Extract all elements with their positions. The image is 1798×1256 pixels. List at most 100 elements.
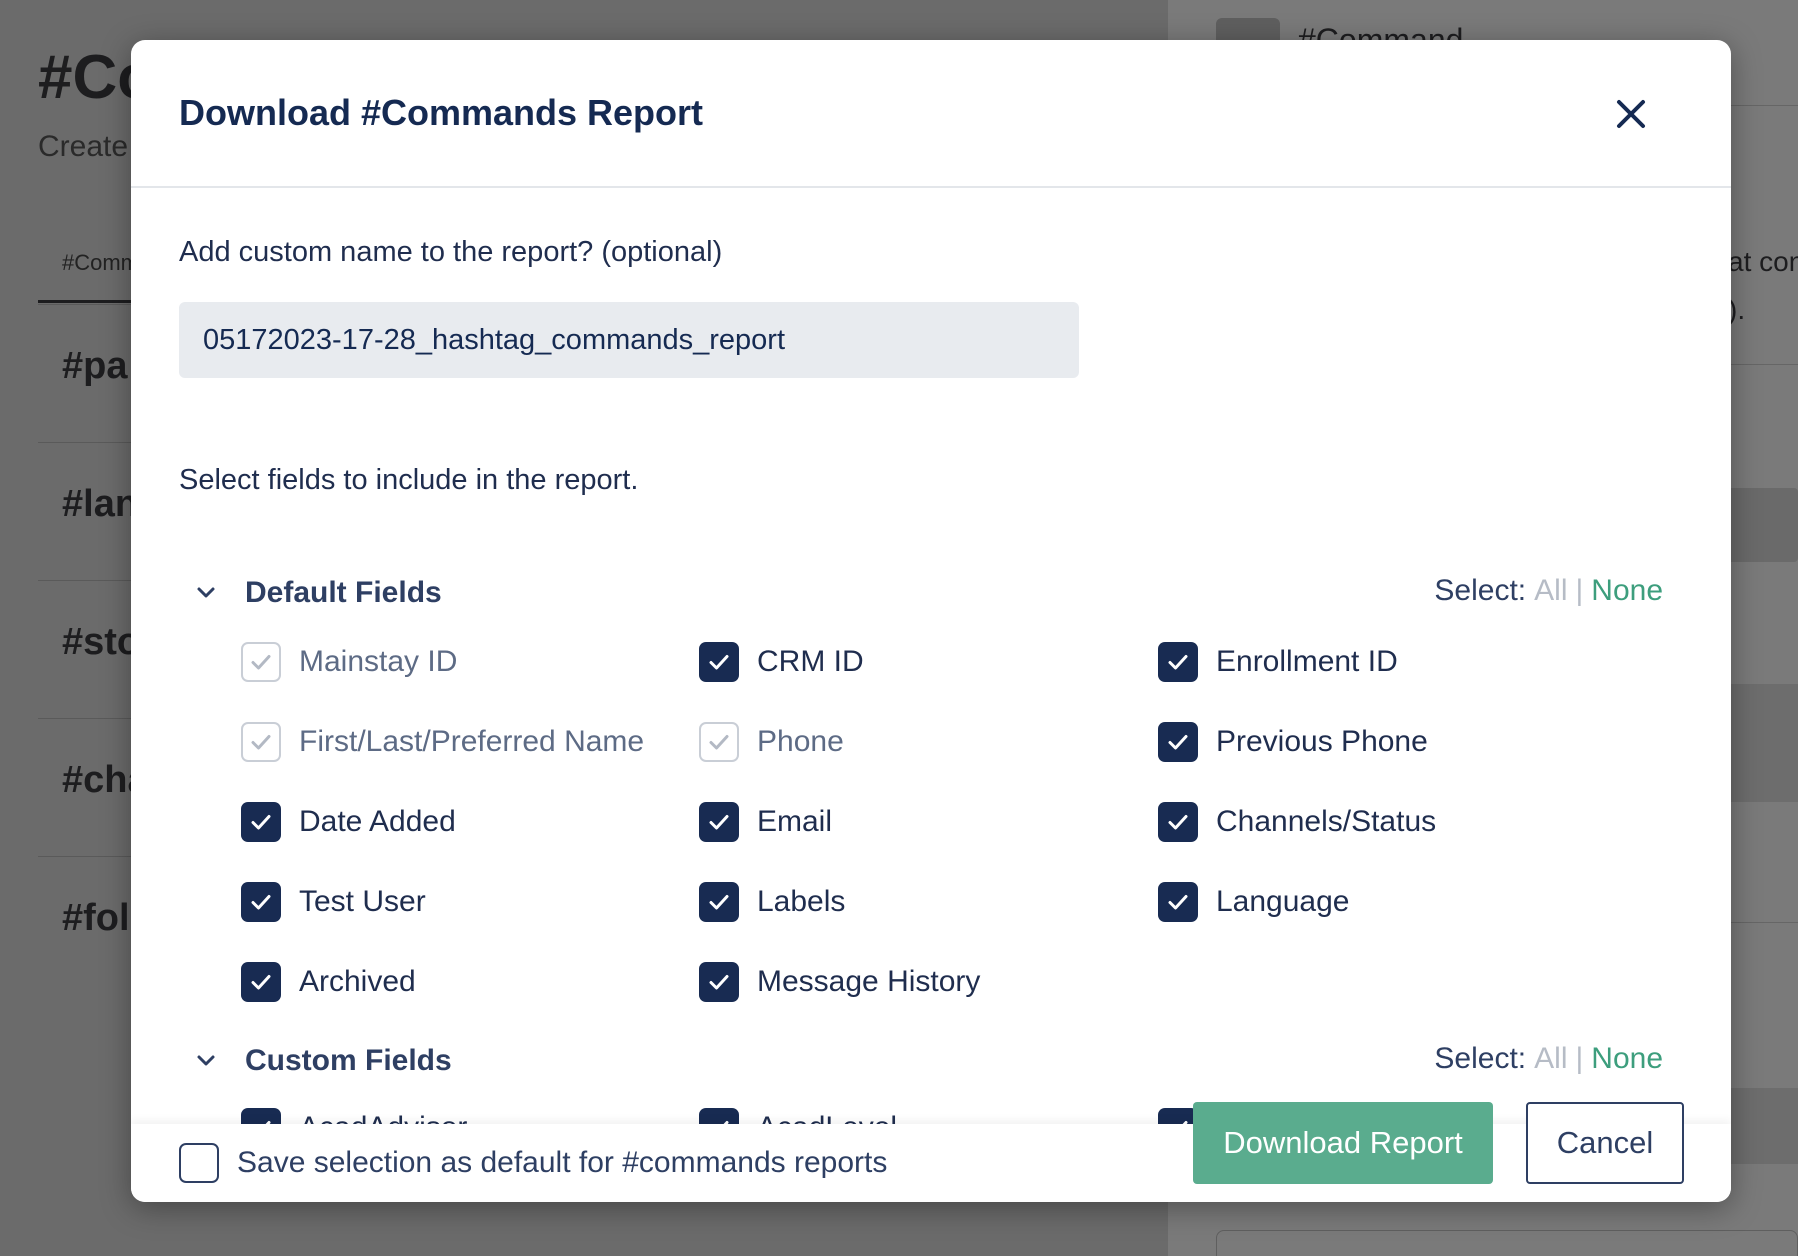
select-label: Select: [1434,574,1527,607]
check-icon [251,815,271,830]
field-checkbox[interactable] [1158,882,1198,922]
field-label: Enrollment ID [1216,645,1398,678]
list-item: #lan [38,442,138,580]
field-checkbox[interactable] [1158,722,1198,762]
field-checkbox[interactable] [699,962,739,1002]
close-icon [1617,100,1645,128]
field-test-user[interactable]: Test User [241,880,426,924]
check-icon [709,895,729,910]
list-item-label: #fol [62,897,130,939]
field-acadadvisor[interactable]: AcadAdvisor [241,1106,467,1126]
check-icon [251,975,271,990]
field-checkbox[interactable] [1158,642,1198,682]
modal-body: Add custom name to the report? (optional… [131,190,1731,1126]
close-button[interactable] [1611,94,1651,134]
side-panel-text: at con [1728,246,1798,277]
cancel-button[interactable]: Cancel [1526,1102,1684,1184]
check-icon [709,815,729,830]
field-email[interactable]: Email [699,800,832,844]
save-default-checkbox[interactable] [179,1143,219,1183]
select-none-link[interactable]: None [1591,574,1663,607]
report-name-input[interactable] [179,302,1079,378]
custom-name-label: Add custom name to the report? (optional… [179,236,723,268]
check-icon [251,895,271,910]
field-previous-phone[interactable]: Previous Phone [1158,720,1428,764]
field-language[interactable]: Language [1158,880,1349,924]
field-label: Email [757,805,833,838]
list-item: #pa [38,304,138,442]
field-checkbox[interactable] [1158,802,1198,842]
side-panel-block [1728,488,1798,562]
field-checkbox [241,642,281,682]
field-checkbox[interactable] [241,882,281,922]
field-channels-status[interactable]: Channels/Status [1158,800,1436,844]
field-label: Previous Phone [1216,725,1428,758]
field-crm-id[interactable]: CRM ID [699,640,864,684]
fields-prompt: Select fields to include in the report. [179,464,639,496]
field-acadlevel[interactable]: AcadLevel [699,1106,897,1126]
field-checkbox[interactable] [699,802,739,842]
custom-fields-title[interactable]: Custom Fields [245,1044,452,1078]
divider [1728,922,1798,923]
field-checkbox[interactable] [241,962,281,1002]
field-label: First/Last/Preferred Name [299,725,645,758]
field-checkbox[interactable] [699,882,739,922]
check-icon [1168,655,1188,670]
modal-title: Download #Commands Report [179,92,704,133]
tab-commands: #Comm [62,250,140,275]
select-none-link[interactable]: None [1591,1042,1663,1075]
field-first-last-preferred-name: First/Last/Preferred Name [241,720,644,764]
field-label: Labels [757,885,846,918]
select-label: Select: [1434,1042,1527,1075]
default-fields-title[interactable]: Default Fields [245,576,442,610]
check-icon [709,975,729,990]
field-label: Date Added [299,805,456,838]
download-report-modal: Download #Commands Report Add custom nam… [131,40,1731,1202]
field-checkbox[interactable] [699,642,739,682]
check-icon [1168,895,1188,910]
field-mainstay-id: Mainstay ID [241,640,457,684]
select-all-link[interactable]: All [1534,574,1567,607]
field-archived[interactable]: Archived [241,960,416,1004]
list-item: #sto [38,580,141,718]
select-all-link[interactable]: All [1534,1042,1567,1075]
save-default-label: Save selection as default for #commands … [237,1146,888,1179]
field-label: Test User [299,885,426,918]
download-report-button[interactable]: Download Report [1193,1102,1493,1184]
modal-header: Download #Commands Report [131,40,1731,188]
check-icon [1168,735,1188,750]
divider [1728,364,1798,365]
custom-fields-header: Custom Fields Select: All | None [193,1040,1663,1084]
field-labels[interactable]: Labels [699,880,845,924]
field-label: Message History [757,965,981,998]
field-enrollment-id[interactable]: Enrollment ID [1158,640,1398,684]
list-item-label: #sto [62,621,141,663]
field-date-added[interactable]: Date Added [241,800,456,844]
field-label: CRM ID [757,645,864,678]
field-label: Language [1216,885,1350,918]
check-icon [251,735,271,750]
field-label: Archived [299,965,416,998]
default-fields-header: Default Fields Select: All | None [193,572,1663,616]
side-panel-input [1216,1230,1798,1256]
chevron-down-icon[interactable] [193,1048,219,1074]
default-select-controls: Select: All | None [1434,574,1663,607]
field-checkbox [699,722,739,762]
check-icon [709,735,729,750]
side-panel-block [1728,684,1798,802]
save-default-option[interactable]: Save selection as default for #commands … [179,1124,887,1202]
field-checkbox [241,722,281,762]
chevron-down-icon[interactable] [193,580,219,606]
field-checkbox[interactable] [241,802,281,842]
field-message-history[interactable]: Message History [699,960,980,1004]
list-item-label: #lan [62,483,139,525]
custom-select-controls: Select: All | None [1434,1042,1663,1075]
page-subtitle: Create [38,130,129,163]
list-item: #cha [38,718,149,856]
check-icon [1168,815,1188,830]
field-phone: Phone [699,720,844,764]
field-label: Channels/Status [1216,805,1437,838]
check-icon [709,655,729,670]
side-panel-block [1728,1088,1798,1164]
field-label: Phone [757,725,844,758]
